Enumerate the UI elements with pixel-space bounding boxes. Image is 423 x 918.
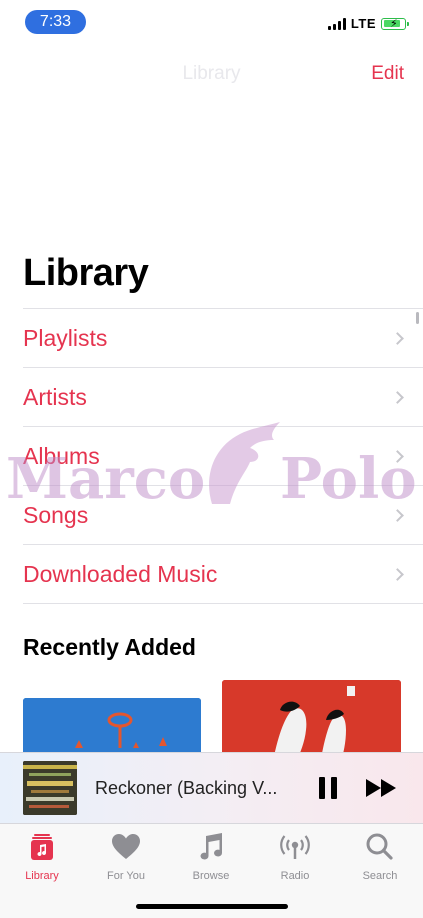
library-item-label: Artists [23,383,87,410]
chevron-right-icon [391,508,404,522]
tab-label: Library [25,870,59,882]
tab-label: Radio [280,870,310,882]
library-item-songs[interactable]: Songs [23,486,423,545]
search-icon [364,832,396,862]
status-bar: 7:33 LTE ⚡ [0,0,423,44]
library-item-albums[interactable]: Albums [23,427,423,486]
heart-icon [110,832,142,862]
status-time[interactable]: 7:33 [25,10,86,34]
chevron-right-icon [391,449,404,463]
network-type: LTE [350,16,376,31]
tab-label: Browse [192,870,230,882]
library-item-playlists[interactable]: Playlists [23,309,423,368]
library-list: Playlists Artists Albums Songs Downloade… [23,308,423,604]
now-playing-title: Reckoner (Backing V... [95,778,278,798]
library-item-label: Playlists [23,324,108,351]
edit-button[interactable]: Edit [371,63,404,85]
library-item-label: Downloaded Music [23,560,218,587]
tab-for-you[interactable]: For You [84,832,168,882]
page-title: Library [23,252,149,294]
tab-library[interactable]: Library [0,832,84,882]
library-icon [26,832,58,862]
library-item-artists[interactable]: Artists [23,368,423,427]
nav-title: Library [182,63,241,84]
battery-icon: ⚡ [381,17,409,30]
tab-label: Search [362,870,398,882]
chevron-right-icon [391,390,404,404]
library-item-label: Songs [23,501,89,528]
tab-label: For You [107,870,145,882]
status-indicators: LTE ⚡ [327,16,409,31]
chevron-right-icon [391,567,404,581]
fast-forward-button[interactable] [366,779,398,797]
pause-button[interactable] [319,777,337,799]
tab-search[interactable]: Search [338,832,422,882]
tab-browse[interactable]: Browse [169,832,253,882]
recently-added-title: Recently Added [23,634,196,660]
tab-radio[interactable]: Radio [253,832,337,882]
radio-icon [279,832,311,862]
music-note-icon [195,832,227,862]
signal-icon [327,17,346,30]
home-indicator[interactable] [136,904,288,909]
now-playing-artwork [23,761,77,815]
library-item-label: Albums [23,442,100,469]
tab-bar: Library For You Browse Radio Search [0,824,423,918]
chevron-right-icon [391,331,404,345]
library-item-downloaded-music[interactable]: Downloaded Music [23,545,423,604]
mini-player[interactable]: Reckoner (Backing V... [0,752,423,824]
